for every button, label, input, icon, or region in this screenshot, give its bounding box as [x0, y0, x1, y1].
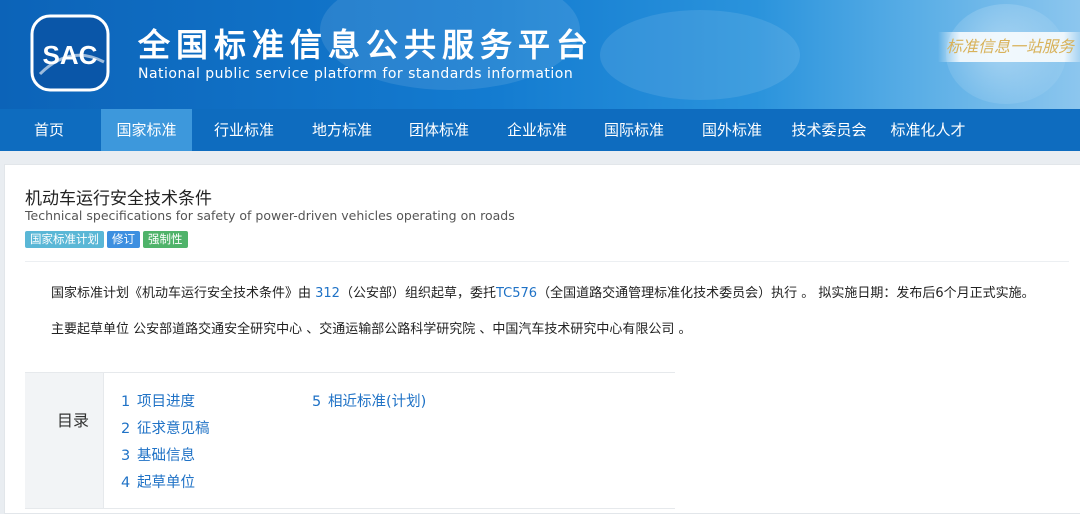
- site-header: SAC 全国标准信息公共服务平台 National public service…: [0, 0, 1080, 109]
- svg-text:SAC: SAC: [43, 40, 98, 70]
- nav-group-standards[interactable]: 团体标准: [395, 109, 483, 151]
- toc-item-drafting-units[interactable]: 4 起草单位: [121, 471, 195, 492]
- toc-item-progress[interactable]: 1 项目进度: [121, 390, 195, 411]
- site-title: 全国标准信息公共服务平台: [138, 26, 595, 64]
- toc-label: 目录: [57, 411, 90, 430]
- nav-enterprise-standards[interactable]: 企业标准: [493, 109, 581, 151]
- org-code-link[interactable]: 312: [315, 286, 340, 301]
- standard-title-en: Technical specifications for safety of p…: [25, 208, 515, 223]
- toc-item-label: 征求意见稿: [137, 421, 210, 437]
- nav-home[interactable]: 首页: [20, 109, 78, 151]
- description-text: （全国道路交通管理标准化技术委员会）执行 。 拟实施日期：发布后6个月正式实施。: [537, 286, 1035, 301]
- section-divider: [25, 261, 1069, 262]
- tc-code-link[interactable]: TC576: [496, 286, 537, 301]
- toc-item-label: 起草单位: [137, 475, 195, 491]
- standard-tags: 国家标准计划 修订 强制性: [25, 228, 191, 248]
- nav-national-standards[interactable]: 国家标准: [101, 109, 192, 151]
- toc-item-label: 相近标准(计划): [328, 394, 427, 410]
- nav-local-standards[interactable]: 地方标准: [298, 109, 386, 151]
- main-nav: 首页 国家标准 行业标准 地方标准 团体标准 企业标准 国际标准 国外标准 技术…: [0, 109, 1080, 151]
- drafting-units: 主要起草单位 公安部道路交通安全研究中心 、交通运输部公路科学研究院 、中国汽车…: [51, 322, 692, 337]
- toc-item-similar-standards[interactable]: 5 相近标准(计划): [312, 390, 426, 411]
- nav-technical-committees[interactable]: 技术委员会: [781, 109, 877, 151]
- world-map-decoration: [600, 10, 800, 100]
- table-of-contents: 目录 1 项目进度 2 征求意见稿 3 基础信息 4 起草单位 5 相近标准(计划): [25, 372, 675, 509]
- nav-industry-standards[interactable]: 行业标准: [200, 109, 288, 151]
- tag-revision: 修订: [107, 231, 140, 248]
- toc-item-number: 3: [121, 448, 131, 464]
- standard-detail-card: 机动车运行安全技术条件 Technical specifications for…: [4, 164, 1080, 514]
- nav-standardization-talent[interactable]: 标准化人才: [880, 109, 976, 151]
- toc-label-cell: 目录: [25, 373, 104, 508]
- toc-item-number: 5: [312, 394, 322, 410]
- site-slogan: 标准信息一站服务: [938, 32, 1080, 62]
- sac-logo[interactable]: SAC: [30, 14, 110, 92]
- toc-item-number: 2: [121, 421, 131, 437]
- toc-item-number: 1: [121, 394, 131, 410]
- description-text: 国家标准计划《机动车运行安全技术条件》由: [51, 286, 316, 301]
- standard-title: 机动车运行安全技术条件: [25, 189, 212, 209]
- toc-item-label: 项目进度: [137, 394, 195, 410]
- description-text: （公安部）组织起草，委托: [339, 286, 496, 301]
- tag-mandatory: 强制性: [143, 231, 188, 248]
- toc-item-label: 基础信息: [137, 448, 195, 464]
- tag-national-plan: 国家标准计划: [25, 231, 104, 248]
- nav-international-standards[interactable]: 国际标准: [590, 109, 678, 151]
- toc-item-number: 4: [121, 475, 131, 491]
- site-subtitle: National public service platform for sta…: [138, 66, 574, 82]
- nav-foreign-standards[interactable]: 国外标准: [688, 109, 776, 151]
- toc-item-basic-info[interactable]: 3 基础信息: [121, 444, 195, 465]
- toc-item-draft-for-comments[interactable]: 2 征求意见稿: [121, 417, 210, 438]
- plan-description: 国家标准计划《机动车运行安全技术条件》由 312（公安部）组织起草，委托TC57…: [51, 282, 1035, 301]
